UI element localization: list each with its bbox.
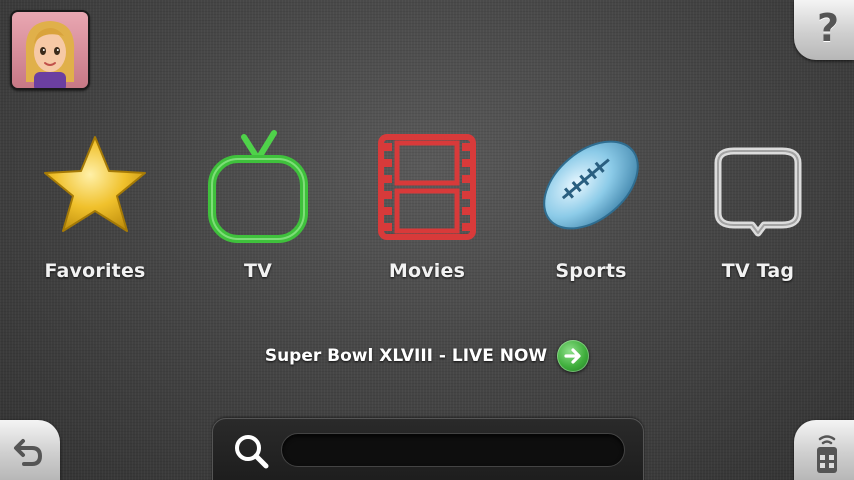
avatar[interactable] bbox=[10, 10, 90, 90]
search-input[interactable] bbox=[281, 433, 625, 467]
star-icon bbox=[44, 136, 146, 232]
arrow-right-icon[interactable] bbox=[557, 340, 590, 372]
football-icon bbox=[543, 140, 639, 230]
back-arrow-icon bbox=[14, 439, 43, 466]
help-button[interactable]: ? bbox=[794, 0, 854, 60]
category-label: TV Tag bbox=[721, 260, 795, 282]
remote-button[interactable] bbox=[794, 420, 854, 480]
category-label: Sports bbox=[555, 260, 627, 282]
category-label: TV bbox=[243, 260, 273, 282]
film-strip-icon bbox=[378, 134, 476, 240]
category-row: Favorites TV Movies Sports TV Tag bbox=[0, 120, 854, 300]
category-label: Movies bbox=[388, 260, 466, 282]
category-movies[interactable]: Movies bbox=[352, 120, 502, 282]
banner-text: Super Bowl XLVIII - LIVE NOW bbox=[264, 346, 548, 366]
category-sports[interactable]: Sports bbox=[516, 120, 666, 282]
mii-avatar-icon bbox=[12, 12, 88, 88]
question-mark-icon: ? bbox=[816, 6, 840, 50]
back-button[interactable] bbox=[0, 420, 60, 480]
remote-icon bbox=[817, 435, 837, 473]
category-tv-tag[interactable]: TV Tag bbox=[683, 120, 833, 282]
category-favorites[interactable]: Favorites bbox=[20, 120, 170, 282]
speech-bubble-icon bbox=[714, 147, 802, 237]
search-panel bbox=[212, 418, 644, 480]
live-banner[interactable]: Super Bowl XLVIII - LIVE NOW bbox=[0, 340, 854, 372]
search-icon[interactable] bbox=[231, 431, 271, 471]
tv-icon bbox=[208, 130, 308, 243]
category-label: Favorites bbox=[44, 260, 146, 282]
category-tv[interactable]: TV bbox=[183, 120, 333, 282]
